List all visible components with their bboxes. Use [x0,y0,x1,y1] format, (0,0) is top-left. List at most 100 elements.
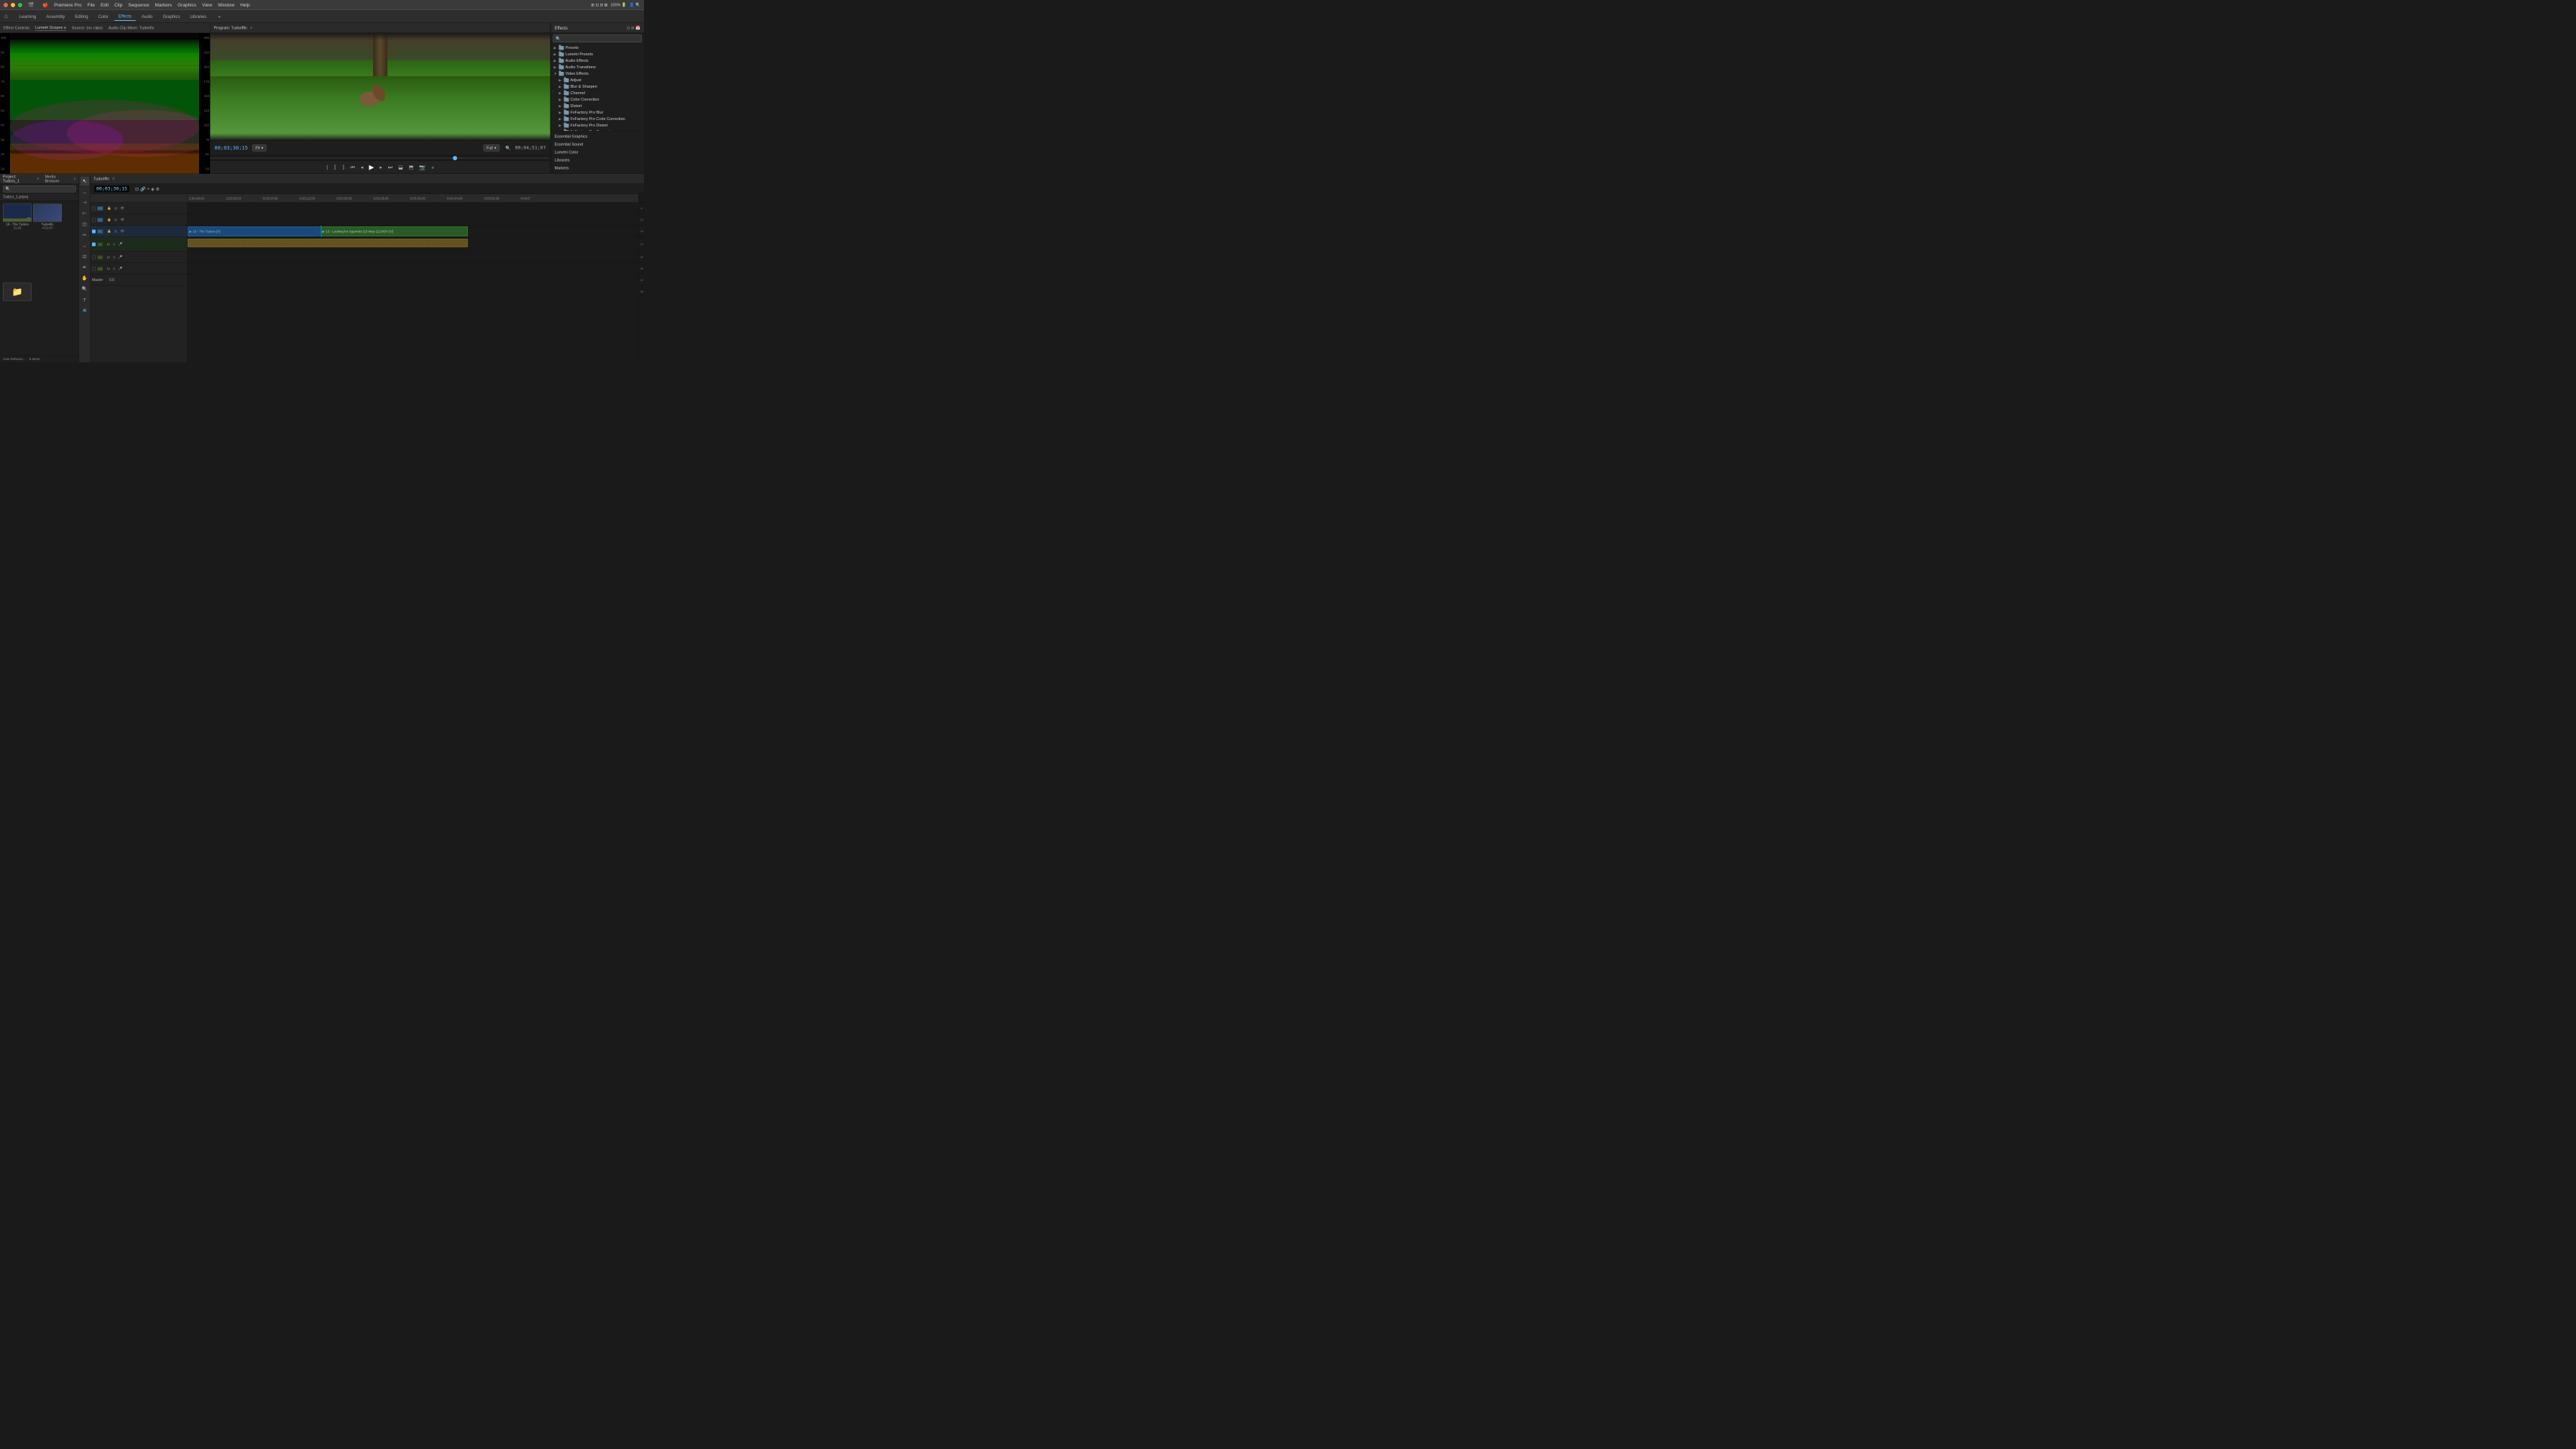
tool-type[interactable]: T [80,295,89,304]
markers-section[interactable]: Markers [551,165,645,172]
clip-thumb-tudors[interactable]: Ai 18 - The Tudors 31;25 [3,204,32,282]
mark-out-button[interactable]: ⟧ [341,164,346,172]
insert-button[interactable]: ⬓ [397,164,405,172]
track-target-indicator-v1[interactable] [92,229,96,233]
tool-slide[interactable]: ⊡ [80,252,89,261]
track-vis-v3[interactable]: 👁 [119,206,126,211]
clip-block-squirrels[interactable]: ▶ 13 - Looking for Squirrels (15-May-11)… [321,226,468,236]
timeline-menu[interactable]: ≡ [112,177,114,181]
marker-button[interactable]: ◈ [151,186,155,191]
essential-sound-section[interactable]: Essential Sound [551,141,645,149]
project-panel-menu[interactable]: ≡ [37,177,39,181]
effects-item-video-effects[interactable]: ▼ Video Effects [551,70,645,77]
track-vis-v1[interactable]: 👁 [119,229,126,234]
clip-thumb-tudorific[interactable]: Tudorific 4;51;07 [33,204,62,282]
tab-learning[interactable]: Learning [15,12,40,20]
fit-dropdown[interactable]: Fit ▾ [252,144,267,152]
menu-window[interactable]: Window [218,2,234,8]
track-mute-a1[interactable]: M [106,242,111,247]
track-target-v2[interactable]: ◎ [114,218,119,223]
tab-graphics[interactable]: Graphics [158,12,184,20]
tab-assembly[interactable]: Assembly [42,12,69,20]
go-to-out-button[interactable]: ⏭ [387,164,394,172]
media-browser-tab[interactable]: Media Browser [45,175,70,183]
track-lock-v3[interactable]: 🔒 [106,206,113,211]
export-frame-button[interactable]: 📷 [418,164,427,172]
scrubber-bar[interactable] [211,155,551,161]
overwrite-button[interactable]: ⬒ [408,164,415,172]
tab-effect-controls[interactable]: Effect Controls [4,25,29,31]
effects-item-fxfactory-blur[interactable]: ▶ FxFactory Pro Blur [551,109,645,116]
scrubber-handle[interactable] [453,156,457,160]
track-solo-a1[interactable]: S [112,242,116,247]
effects-item-channel[interactable]: ▶ Channel [551,90,645,96]
clip-thumb-folder[interactable]: 📁 [3,283,32,353]
track-solo-a2[interactable]: S [112,255,116,259]
tool-rolling-edit[interactable]: ⊢ [80,209,89,218]
maximize-button[interactable] [18,3,22,7]
more-workspaces-button[interactable]: » [214,12,225,20]
effects-item-presets[interactable]: ▶ Presets [551,45,645,51]
tool-rate-stretch[interactable]: ◫ [80,220,89,229]
effects-item-adjust[interactable]: ▶ Adjust [551,77,645,83]
tool-slip[interactable]: ⇔ [80,242,89,250]
menu-apple[interactable]: 🍎 [42,2,48,8]
essential-graphics-section[interactable]: Essential Graphics [551,133,645,141]
effects-item-distort[interactable]: ▶ Distort [551,103,645,109]
close-button[interactable] [4,3,8,7]
tool-ripple-edit[interactable]: ⊣ [80,198,89,207]
track-target-v3[interactable]: ◎ [114,206,119,211]
tab-audio-clip-mixer[interactable]: Audio Clip Mixer: Tudorific [109,25,155,31]
tool-track-select[interactable]: ↔ [80,188,89,196]
tool-selection[interactable]: ↖ [80,177,89,185]
tab-lumetri-scopes[interactable]: Lumetri Scopes ≡ [35,25,66,32]
play-button[interactable]: ▶ [367,163,375,172]
track-eye-a2[interactable] [92,255,96,259]
track-mute-a2[interactable]: M [106,255,111,259]
menu-graphics[interactable]: Graphics [178,2,196,8]
menu-sequence[interactable]: Sequence [128,2,149,8]
tool-zoom[interactable]: 🔍 [80,285,89,293]
effects-item-lumetri-presets[interactable]: ▶ Lumetri Presets [551,51,645,58]
track-vis-v2[interactable]: 👁 [119,218,126,223]
menu-premiere[interactable]: Premiere Pro [54,2,81,8]
tool-pen[interactable]: ✒ [80,263,89,272]
step-forward-button[interactable]: ▸ [378,164,384,172]
minimize-button[interactable] [11,3,15,7]
track-eye-v2[interactable] [92,218,96,221]
track-mute-a3[interactable]: M [106,267,111,271]
effects-panel-icons[interactable]: ⊡ ⊞ 📅 [627,26,640,31]
shuttle-left-button[interactable]: ⟨ [325,164,330,172]
menu-file[interactable]: File [87,2,94,8]
track-record-a3[interactable]: 🎤 [117,267,124,272]
linked-selection-button[interactable]: 🔗 [140,186,145,191]
libraries-section[interactable]: Libraries [551,157,645,165]
tab-color[interactable]: Color [94,12,113,20]
menu-edit[interactable]: Edit [101,2,109,8]
go-to-in-button[interactable]: ⏮ [349,164,356,172]
effects-item-color-correction[interactable]: ▶ Color Correction [551,96,645,103]
track-record-a2[interactable]: 🎤 [117,255,124,260]
step-back-button[interactable]: ◂ [359,164,365,172]
effects-search-input[interactable] [561,37,640,41]
effects-item-fxfactory-color[interactable]: ▶ FxFactory Pro Color Correction [551,116,645,122]
project-search-input[interactable] [12,187,73,191]
tab-source-no-clips[interactable]: Source: (no clips) [72,25,103,31]
track-eye-a3[interactable] [92,267,96,270]
effects-item-audio-effects[interactable]: ▶ Audio Effects [551,58,645,64]
track-eye-v3[interactable] [92,206,96,210]
tab-editing[interactable]: Editing [70,12,92,20]
track-lock-v1[interactable]: 🔒 [106,229,113,234]
tool-hand[interactable]: ✋ [80,274,89,282]
snap-button[interactable]: ⊡ [135,186,139,191]
program-monitor-menu[interactable]: ≡ [250,26,252,30]
tab-libraries[interactable]: Libraries [186,12,211,20]
track-target-v1[interactable]: ◎ [114,229,119,234]
mark-in-button[interactable]: ⟦ [333,164,338,172]
tool-razor[interactable]: ✂ [80,231,89,239]
lumetri-color-section[interactable]: Lumetri Color [551,149,645,157]
tool-ai[interactable]: Ai [80,306,89,315]
timeline-clips-area[interactable]: 2;02;48;04 2;02;56;04 0;03;04;06 0;03;12… [188,194,638,362]
tab-effects[interactable]: Effects [114,12,136,21]
track-record-a1[interactable]: 🎤 [117,242,124,247]
